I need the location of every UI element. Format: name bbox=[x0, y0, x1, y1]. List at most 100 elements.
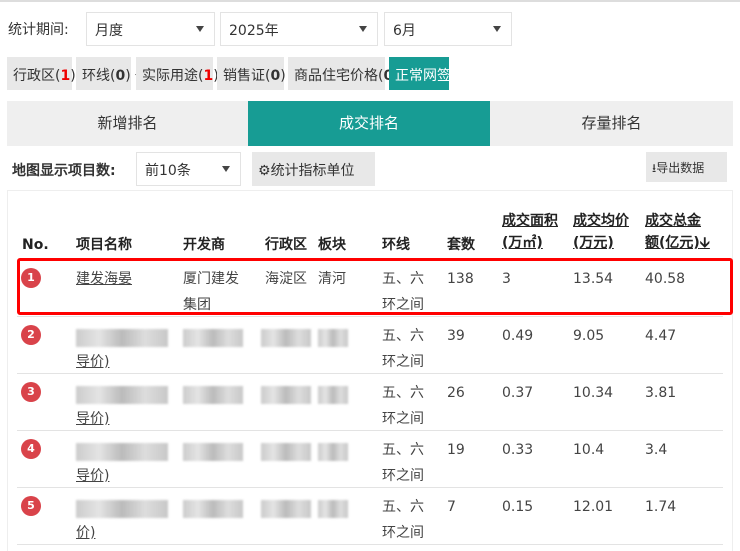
header-units: 套数 bbox=[447, 237, 475, 253]
sort-down-arrow-icon: 🡫 bbox=[699, 235, 710, 251]
export-data-button[interactable]: ⭳导出数据 bbox=[646, 152, 727, 182]
project-name-link[interactable]: 导价) bbox=[76, 349, 109, 375]
tab-stock-ranking[interactable]: 存量排名 bbox=[490, 101, 733, 146]
blurred-project-name bbox=[76, 500, 168, 518]
map-count-label: 地图显示项目数: bbox=[12, 163, 116, 179]
header-price-line2: (万元) bbox=[573, 235, 614, 251]
blurred-district bbox=[261, 386, 311, 404]
unit-settings-button[interactable]: ⚙统计指标单位 bbox=[252, 152, 375, 186]
filter-0-button[interactable]: 行政区(1) bbox=[7, 57, 88, 90]
caret-down-icon bbox=[222, 166, 230, 172]
project-name-link[interactable]: 导价) bbox=[76, 463, 109, 489]
ring-line2: 环之间 bbox=[382, 411, 424, 427]
header-total[interactable]: 成交总金额(亿元)🡫 bbox=[645, 210, 710, 254]
rank-badge: 4 bbox=[21, 439, 41, 459]
map-count-select[interactable]: 前10条 bbox=[136, 152, 241, 186]
tab-deal-ranking[interactable]: 成交排名 bbox=[248, 101, 490, 146]
filter-label: 商品住宅价格 bbox=[294, 68, 378, 84]
header-block: 板块 bbox=[318, 237, 346, 253]
rank-badge: 2 bbox=[21, 325, 41, 345]
period-type-value: 月度 bbox=[95, 23, 123, 39]
blurred-district bbox=[261, 443, 311, 461]
normal-sign-button[interactable]: 正常网签 bbox=[389, 57, 451, 90]
period-type-select[interactable]: 月度 bbox=[86, 12, 215, 46]
header-price-line1: 成交均价 bbox=[573, 213, 629, 229]
ring-line1: 五、六 bbox=[382, 385, 424, 401]
blurred-developer bbox=[183, 386, 243, 404]
gear-icon: ⚙ bbox=[258, 163, 271, 179]
highlight-box bbox=[17, 258, 733, 315]
tab-new-ranking[interactable]: 新增排名 bbox=[7, 101, 248, 146]
ring-cell: 五、六 环之间 bbox=[382, 323, 424, 375]
project-name-link[interactable]: 价) bbox=[76, 520, 95, 546]
filter-label: 行政区 bbox=[13, 68, 55, 84]
area-cell: 0.49 bbox=[502, 328, 534, 344]
caret-down-icon bbox=[196, 26, 204, 32]
header-no: No. bbox=[22, 237, 49, 253]
ring-line2: 环之间 bbox=[382, 525, 424, 541]
total-cell: 1.74 bbox=[645, 499, 677, 515]
export-data-label: 导出数据 bbox=[656, 161, 705, 175]
total-cell: 3.4 bbox=[645, 442, 668, 458]
table-row: 5 价) 五、六 环之间 7 0.15 12.01 1.74 bbox=[17, 488, 723, 545]
total-cell: 4.47 bbox=[645, 328, 677, 344]
filter-count: 0 bbox=[270, 68, 281, 84]
header-total-line1: 成交总金 bbox=[645, 213, 701, 229]
month-select[interactable]: 6月 bbox=[384, 12, 512, 46]
blurred-block bbox=[318, 329, 348, 347]
ring-line1: 五、六 bbox=[382, 328, 424, 344]
blurred-district bbox=[261, 500, 311, 518]
ring-line2: 环之间 bbox=[382, 468, 424, 484]
period-label: 统计期间: bbox=[8, 22, 69, 38]
header-price[interactable]: 成交均价 (万元) bbox=[573, 210, 629, 254]
rank-badge: 3 bbox=[21, 382, 41, 402]
filter-4-button[interactable]: 商品住宅价格(0) bbox=[288, 57, 411, 90]
header-ring: 环线 bbox=[382, 237, 410, 253]
filter-count: 0 bbox=[115, 68, 126, 84]
ring-cell: 五、六 环之间 bbox=[382, 437, 424, 489]
header-area[interactable]: 成交面积 (万㎡) bbox=[502, 210, 558, 254]
blurred-developer bbox=[183, 443, 243, 461]
ring-line1: 五、六 bbox=[382, 499, 424, 515]
ring-line2: 环之间 bbox=[382, 354, 424, 370]
blurred-project-name bbox=[76, 443, 168, 461]
blurred-district bbox=[261, 329, 311, 347]
blurred-project-name bbox=[76, 329, 168, 347]
filter-3-button[interactable]: 销售证(0) bbox=[217, 57, 298, 90]
header-total-line2: 额(亿元) bbox=[645, 235, 700, 251]
rank-badge: 5 bbox=[21, 496, 41, 516]
filter-2-button[interactable]: 实际用途(1) bbox=[136, 57, 231, 90]
price-cell: 10.4 bbox=[573, 442, 605, 458]
units-cell: 7 bbox=[447, 499, 456, 515]
table-row: 4 导价) 五、六 环之间 19 0.33 10.4 3.4 bbox=[17, 431, 723, 488]
project-name-link[interactable]: 导价) bbox=[76, 406, 109, 432]
total-cell: 3.81 bbox=[645, 385, 677, 401]
ring-cell: 五、六 环之间 bbox=[382, 494, 424, 546]
filter-count: 1 bbox=[203, 68, 214, 84]
price-cell: 12.01 bbox=[573, 499, 614, 515]
units-cell: 26 bbox=[447, 385, 465, 401]
unit-settings-label: 统计指标单位 bbox=[270, 163, 355, 179]
blurred-block bbox=[318, 500, 348, 518]
header-developer: 开发商 bbox=[183, 237, 225, 253]
blurred-block bbox=[318, 386, 348, 404]
area-cell: 0.37 bbox=[502, 385, 534, 401]
month-value: 6月 bbox=[393, 23, 416, 39]
units-cell: 19 bbox=[447, 442, 465, 458]
table-row: 2 导价) 五、六 环之间 39 0.49 9.05 4.47 bbox=[17, 317, 723, 374]
area-cell: 0.33 bbox=[502, 442, 534, 458]
filter-count: 1 bbox=[60, 68, 71, 84]
filter-1-button[interactable]: 环线(0) bbox=[76, 57, 143, 90]
caret-down-icon bbox=[493, 26, 501, 32]
header-district: 行政区 bbox=[265, 237, 307, 253]
header-area-line1: 成交面积 bbox=[502, 213, 558, 229]
blurred-developer bbox=[183, 500, 243, 518]
filter-label: 环线 bbox=[82, 68, 110, 84]
filter-label: 实际用途 bbox=[142, 68, 198, 84]
price-cell: 10.34 bbox=[573, 385, 614, 401]
blurred-project-name bbox=[76, 386, 168, 404]
header-area-line2: (万㎡) bbox=[502, 235, 543, 251]
units-cell: 39 bbox=[447, 328, 465, 344]
map-count-value: 前10条 bbox=[145, 163, 191, 179]
year-select[interactable]: 2025年 bbox=[220, 12, 378, 46]
